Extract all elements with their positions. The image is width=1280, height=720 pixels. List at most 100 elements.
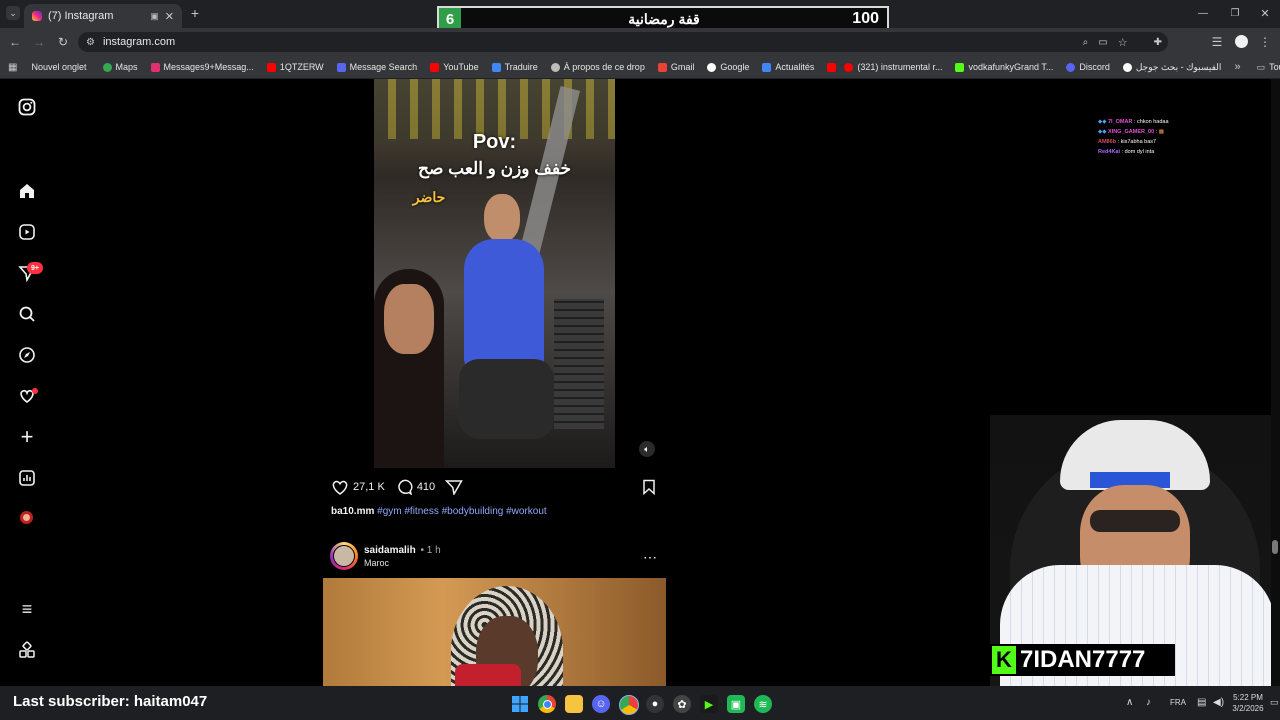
bookmark-item[interactable]: Messages9+Messag... bbox=[150, 62, 254, 72]
restore-icon[interactable]: ❐ bbox=[1228, 6, 1242, 20]
bookmark-item[interactable]: الفيسبوك - بحث جوجل bbox=[1122, 62, 1221, 73]
chat-user: XING_GAMER_00 bbox=[1108, 129, 1155, 135]
clock[interactable]: 5:22 PM 3/2/2026 bbox=[1232, 692, 1264, 714]
share-icon[interactable] bbox=[445, 479, 463, 495]
post2-image[interactable] bbox=[323, 578, 666, 686]
notification-center-icon[interactable]: ▭ bbox=[1270, 697, 1279, 708]
tab-media-icon[interactable]: ▣ bbox=[150, 11, 159, 22]
reels-icon[interactable] bbox=[16, 221, 38, 243]
network-icon[interactable]: ▤ bbox=[1197, 697, 1206, 708]
tray-overflow-icon[interactable]: ∧ bbox=[1126, 697, 1133, 708]
clock-date: 3/2/2026 bbox=[1232, 704, 1264, 713]
comment-icon[interactable] bbox=[395, 479, 413, 495]
volume-icon[interactable]: ◀) bbox=[1213, 697, 1224, 708]
back-icon[interactable]: ← bbox=[8, 35, 22, 49]
install-icon[interactable]: ▭ bbox=[1098, 37, 1107, 48]
app-icon[interactable]: ● bbox=[646, 695, 664, 713]
apps-grid-icon[interactable]: ▦ bbox=[8, 62, 17, 73]
language-indicator[interactable]: FRA bbox=[1170, 698, 1186, 707]
post2-username[interactable]: saidamalih bbox=[364, 545, 416, 556]
tab-search-icon[interactable]: ⌄ bbox=[6, 6, 20, 20]
start-windows-icon[interactable] bbox=[511, 695, 529, 713]
file-explorer-icon[interactable] bbox=[565, 695, 583, 713]
comments-count[interactable]: 410 bbox=[417, 481, 435, 493]
minimize-icon[interactable]: — bbox=[1196, 6, 1210, 20]
create-plus-icon[interactable]: + bbox=[16, 424, 38, 449]
bookmark-item[interactable]: Message Search bbox=[336, 62, 417, 72]
mute-toggle-icon[interactable]: 🔈︎ bbox=[639, 441, 655, 457]
scrollbar[interactable] bbox=[1271, 79, 1280, 686]
zoom-icon[interactable]: ⌕ bbox=[1083, 37, 1089, 48]
profile-avatar[interactable] bbox=[20, 511, 33, 524]
menu-kebab-icon[interactable]: ⋮ bbox=[1258, 35, 1272, 49]
site-info-icon[interactable]: ⚙ bbox=[86, 37, 95, 48]
app-icon[interactable]: ✿ bbox=[673, 695, 691, 713]
save-bookmark-icon[interactable] bbox=[641, 479, 657, 495]
post-username[interactable]: ba10.mm bbox=[331, 506, 374, 517]
reel-video[interactable]: Pov: خفف وزن و العب صح حاضر bbox=[374, 79, 615, 468]
all-bookmarks[interactable]: ▭Tous les favoris bbox=[1257, 62, 1280, 73]
story-ring-avatar[interactable] bbox=[330, 542, 358, 570]
bookmark-item[interactable]: Discord bbox=[1066, 62, 1110, 72]
explore-compass-icon[interactable] bbox=[16, 344, 38, 366]
instagram-favicon-icon bbox=[32, 11, 42, 21]
chat-user: Red4Kai bbox=[1098, 149, 1121, 155]
bookmark-item[interactable]: vodkafunkyGrand T... bbox=[955, 62, 1053, 72]
more-menu-icon[interactable]: ≡ bbox=[16, 598, 38, 620]
bookmark-item[interactable]: (321) instrumental r... bbox=[844, 62, 942, 72]
chrome-active-icon[interactable] bbox=[619, 695, 639, 715]
chat-user: 7I_OMAR bbox=[1108, 119, 1133, 125]
tab-instagram[interactable]: (7) Instagram ▣ ✕ bbox=[24, 4, 182, 28]
spotify-icon[interactable]: ≋ bbox=[754, 695, 772, 713]
app-icon[interactable]: ▣ bbox=[727, 695, 745, 713]
bookmark-item[interactable]: Google bbox=[707, 62, 749, 72]
instagram-logo-icon[interactable] bbox=[16, 96, 38, 118]
google-icon bbox=[1122, 62, 1132, 72]
scrollbar-thumb[interactable] bbox=[1272, 540, 1278, 554]
search-icon[interactable] bbox=[16, 303, 38, 325]
bookmark-item[interactable] bbox=[827, 62, 837, 72]
sidebar-toggle-icon[interactable]: ☰ bbox=[1210, 35, 1224, 49]
bookmark-item[interactable]: Traduire bbox=[491, 62, 538, 72]
post-options-icon[interactable]: ⋯ bbox=[643, 549, 657, 566]
address-text[interactable]: instagram.com bbox=[103, 36, 1083, 48]
kick-logo-icon: K bbox=[992, 646, 1016, 674]
profile-avatar-icon[interactable] bbox=[1235, 35, 1248, 48]
post2-location[interactable]: Maroc bbox=[364, 558, 389, 568]
bookmark-item[interactable]: 1QTZERW bbox=[266, 62, 324, 72]
news-icon bbox=[762, 62, 772, 72]
bookmark-item[interactable]: Maps bbox=[102, 62, 138, 72]
weight-stack bbox=[554, 299, 604, 429]
also-from-meta-icon[interactable] bbox=[16, 639, 38, 661]
microphone-icon[interactable]: ♪ bbox=[1146, 697, 1151, 708]
home-icon[interactable] bbox=[16, 180, 38, 202]
tab-close-icon[interactable]: ✕ bbox=[165, 10, 174, 23]
omnibox[interactable]: ⚙ instagram.com ⌕ ▭ ☆ ✚ bbox=[78, 32, 1168, 52]
window-close-icon[interactable]: ✕ bbox=[1258, 6, 1272, 20]
bookmark-item[interactable]: Gmail bbox=[657, 62, 694, 72]
all-bookmarks-label: Tous les favoris bbox=[1269, 62, 1280, 72]
like-heart-icon[interactable] bbox=[331, 479, 349, 495]
chat-text: dom dyl inta bbox=[1124, 149, 1155, 155]
chrome-icon[interactable] bbox=[538, 695, 556, 713]
dashboard-icon[interactable] bbox=[16, 467, 38, 489]
new-tab-icon[interactable]: + bbox=[188, 5, 202, 21]
likes-count[interactable]: 27,1 K bbox=[353, 481, 385, 493]
clock-time: 5:22 PM bbox=[1233, 693, 1263, 702]
bookmark-item[interactable]: Nouvel onglet bbox=[31, 62, 86, 72]
discord-icon bbox=[1066, 62, 1076, 72]
discord-taskbar-icon[interactable]: ☺ bbox=[592, 695, 610, 713]
bookmark-item[interactable]: Actualités bbox=[762, 62, 814, 72]
streamer-name: 7IDAN7777 bbox=[1020, 646, 1146, 673]
post-hashtags[interactable]: #gym #fitness #bodybuilding #workout bbox=[377, 506, 547, 517]
obs-icon[interactable]: ▶ bbox=[700, 695, 718, 713]
extensions-icon[interactable]: ✚ bbox=[1154, 37, 1162, 48]
reload-icon[interactable]: ↻ bbox=[56, 35, 70, 49]
bookmark-item[interactable]: À propos de ce drop bbox=[550, 62, 645, 72]
score-left: 6 bbox=[439, 8, 461, 30]
bookmark-item[interactable]: YouTube bbox=[430, 62, 479, 72]
bookmarks-overflow-icon[interactable]: » bbox=[1234, 61, 1240, 73]
video-caption-pov: Pov: bbox=[472, 131, 517, 153]
forward-icon[interactable]: → bbox=[32, 35, 46, 49]
bookmark-star-icon[interactable]: ☆ bbox=[1118, 36, 1128, 49]
